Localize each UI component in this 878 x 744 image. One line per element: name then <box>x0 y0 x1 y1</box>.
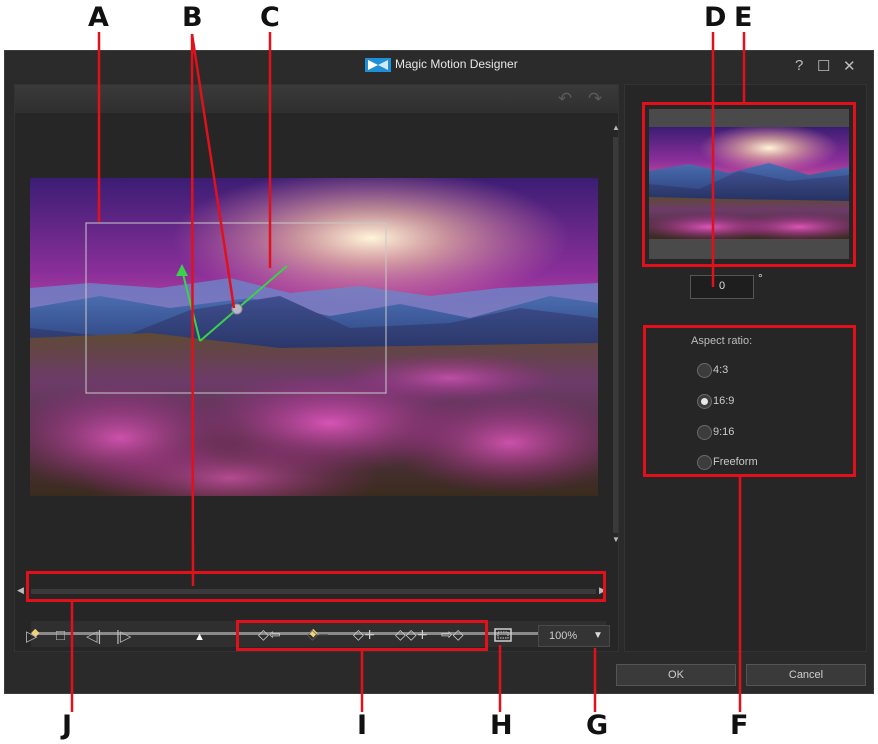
callout-line-b1 <box>190 33 195 587</box>
callout-line-b2 <box>190 33 236 309</box>
callout-lines <box>70 32 746 712</box>
